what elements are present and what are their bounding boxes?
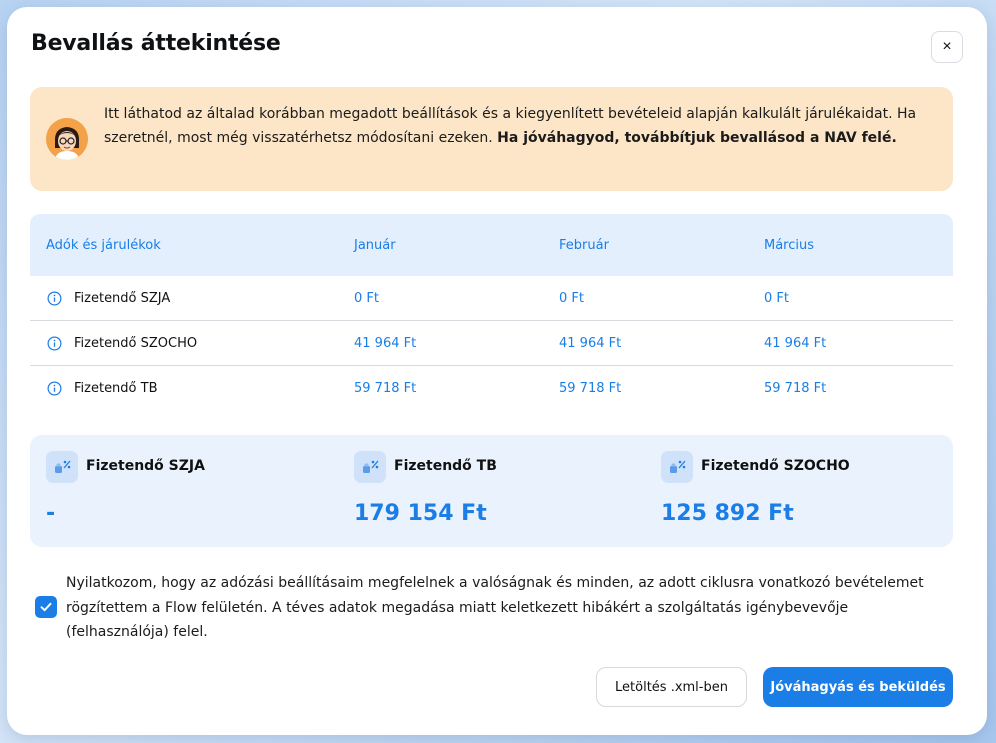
table-row: Fizetendő TB 59 718 Ft 59 718 Ft 59 718 … [30, 366, 953, 411]
header-taxes: Adók és járulékok [46, 238, 161, 253]
header-march: Március [764, 238, 815, 253]
summary-value: 179 154 Ft [354, 501, 487, 526]
modal-title: Bevallás áttekintése [31, 31, 281, 56]
table-row: Fizetendő SZJA 0 Ft 0 Ft 0 Ft [30, 276, 953, 321]
download-xml-button[interactable]: Letöltés .xml-ben [596, 667, 747, 707]
review-modal: Bevallás áttekintése × Itt láthatod az á… [7, 7, 987, 735]
table-header: Adók és járulékok Január Február Március [30, 214, 953, 276]
summary-panel: Fizetendő SZJA - Fizetendő TB 179 154 Ft… [30, 435, 953, 547]
info-icon[interactable] [47, 291, 62, 306]
cell-march: 0 Ft [764, 291, 789, 306]
row-label: Fizetendő SZJA [74, 291, 171, 306]
advisor-avatar [46, 118, 88, 160]
header-february: Február [559, 238, 609, 253]
cell-march: 59 718 Ft [764, 381, 827, 396]
cell-march: 41 964 Ft [764, 336, 827, 351]
close-button[interactable]: × [931, 31, 963, 63]
cell-february: 0 Ft [559, 291, 584, 306]
cell-february: 59 718 Ft [559, 381, 622, 396]
tax-percent-icon [354, 451, 386, 483]
cell-january: 0 Ft [354, 291, 379, 306]
summary-value: - [46, 501, 56, 526]
row-label: Fizetendő TB [74, 381, 158, 396]
declaration-checkbox[interactable] [35, 596, 57, 618]
cell-february: 41 964 Ft [559, 336, 622, 351]
close-icon: × [942, 38, 952, 55]
header-january: Január [354, 238, 396, 253]
tax-percent-icon [46, 451, 78, 483]
info-icon[interactable] [47, 381, 62, 396]
tax-table: Adók és járulékok Január Február Március… [30, 214, 953, 411]
cell-january: 59 718 Ft [354, 381, 417, 396]
tax-percent-icon [661, 451, 693, 483]
approve-submit-button[interactable]: Jóváhagyás és beküldés [763, 667, 953, 707]
summary-value: 125 892 Ft [661, 501, 794, 526]
summary-label: Fizetendő SZOCHO [701, 458, 850, 474]
info-notice: Itt láthatod az általad korábban megadot… [30, 87, 953, 191]
summary-label: Fizetendő TB [394, 458, 497, 474]
cell-january: 41 964 Ft [354, 336, 417, 351]
row-label: Fizetendő SZOCHO [74, 336, 198, 351]
info-icon[interactable] [47, 336, 62, 351]
declaration-text: Nyilatkozom, hogy az adózási beállításai… [66, 575, 924, 640]
check-icon [40, 602, 52, 612]
table-row: Fizetendő SZOCHO 41 964 Ft 41 964 Ft 41 … [30, 321, 953, 366]
summary-label: Fizetendő SZJA [86, 458, 205, 474]
notice-text: Itt láthatod az általad korábban megadot… [104, 106, 917, 146]
